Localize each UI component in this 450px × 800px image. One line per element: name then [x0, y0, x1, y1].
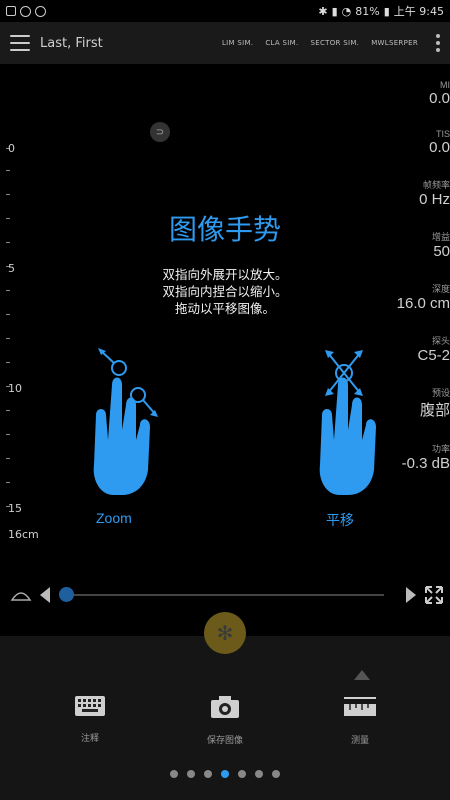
save-image-button[interactable]: 保存图像 — [185, 694, 265, 746]
ruler-label: 15 — [8, 502, 22, 515]
page-dot[interactable] — [238, 770, 246, 778]
page-dot[interactable] — [204, 770, 212, 778]
param-label: 探头 — [431, 336, 450, 346]
page-dot[interactable] — [187, 770, 195, 778]
preset-tabs: LIM SIM. CLA SIM. SECTOR SIM. MWLSERPER — [222, 39, 418, 47]
instruction-line: 拖动以平移图像。 — [174, 301, 275, 316]
gesture-instructions: 双指向外展开以放大。 双指向内捏合以缩小。 拖动以平移图像。 — [0, 266, 450, 317]
tab-cla-sim[interactable]: CLA SIM. — [265, 39, 298, 47]
bluetooth-icon: ✱ — [318, 4, 328, 18]
page-dot[interactable] — [221, 770, 229, 778]
next-frame-icon[interactable] — [404, 585, 418, 605]
ruler-icon — [344, 697, 376, 716]
measure-button[interactable]: 测量 — [320, 694, 400, 746]
fullscreen-icon[interactable] — [424, 585, 444, 605]
signal-icon: ▮ — [331, 4, 338, 18]
cine-slider-knob[interactable] — [59, 587, 74, 602]
annotate-button[interactable]: 注释 — [50, 694, 130, 744]
menu-icon[interactable] — [10, 35, 30, 51]
depth-ruler: 0 5 10 15 16cm — [6, 140, 46, 541]
bottom-toolbar: 注释 保存图像 测量 — [0, 636, 450, 800]
instruction-line: 双指向外展开以放大。 — [162, 267, 288, 282]
tab-lim-sim[interactable]: LIM SIM. — [222, 39, 253, 47]
param-label: 预设 — [431, 388, 450, 398]
param-value: 0 Hz — [419, 191, 450, 208]
measure-label: 测量 — [350, 736, 369, 746]
orientation-marker-icon[interactable]: ⊃ — [150, 122, 170, 142]
gallery-icon — [6, 6, 16, 16]
pan-label: 平移 — [326, 512, 354, 528]
page-dot[interactable] — [255, 770, 263, 778]
camera-icon — [211, 696, 239, 718]
tab-mwlserper[interactable]: MWLSERPER — [371, 39, 418, 47]
param-value: 腹部 — [419, 402, 450, 419]
tab-sector-sim[interactable]: SECTOR SIM. — [310, 39, 359, 47]
page-dot[interactable] — [170, 770, 178, 778]
param-label: 帧频率 — [422, 180, 450, 190]
keyboard-icon — [75, 696, 105, 716]
instruction-line: 双指向内捏合以缩小。 — [162, 284, 288, 299]
save-image-label: 保存图像 — [206, 736, 243, 746]
battery-icon: ▮ — [383, 4, 390, 18]
page-dot[interactable] — [272, 770, 280, 778]
status-bar: ✱ ▮ ◔ 81% ▮ 上午 9:45 — [0, 0, 450, 22]
clock: 上午 9:45 — [393, 5, 444, 18]
param-value: -0.3 dB — [401, 455, 450, 472]
freeze-button[interactable]: ✻ — [204, 612, 246, 654]
top-bar: Last, First LIM SIM. CLA SIM. SECTOR SIM… — [0, 22, 450, 64]
gesture-title: 图像手势 — [168, 213, 281, 246]
param-value: C5-2 — [417, 347, 450, 364]
sync-icon — [20, 5, 31, 17]
ruler-label: 0 — [8, 142, 15, 155]
more-options-icon[interactable] — [436, 34, 440, 52]
param-label: TIS — [435, 129, 450, 139]
param-label: MI — [440, 80, 450, 90]
notification-icon — [35, 5, 46, 17]
annotate-label: 注释 — [80, 734, 99, 744]
param-value: 0.0 — [429, 139, 450, 156]
expand-up-icon[interactable] — [354, 670, 370, 680]
cine-track[interactable] — [60, 594, 384, 596]
zoom-hand-icon — [93, 348, 158, 495]
patient-name[interactable]: Last, First — [40, 36, 103, 51]
page-indicator — [0, 770, 450, 778]
ruler-label: 16cm — [8, 528, 39, 541]
wifi-icon: ◔ — [341, 4, 352, 18]
pan-hand-icon — [319, 350, 376, 495]
zoom-label: Zoom — [96, 510, 132, 526]
ruler-label: 10 — [8, 382, 22, 395]
param-value: 0.0 — [429, 90, 450, 107]
snowflake-icon: ✻ — [216, 621, 234, 645]
battery-label: 81% — [355, 4, 380, 18]
param-label: 功率 — [431, 444, 450, 454]
